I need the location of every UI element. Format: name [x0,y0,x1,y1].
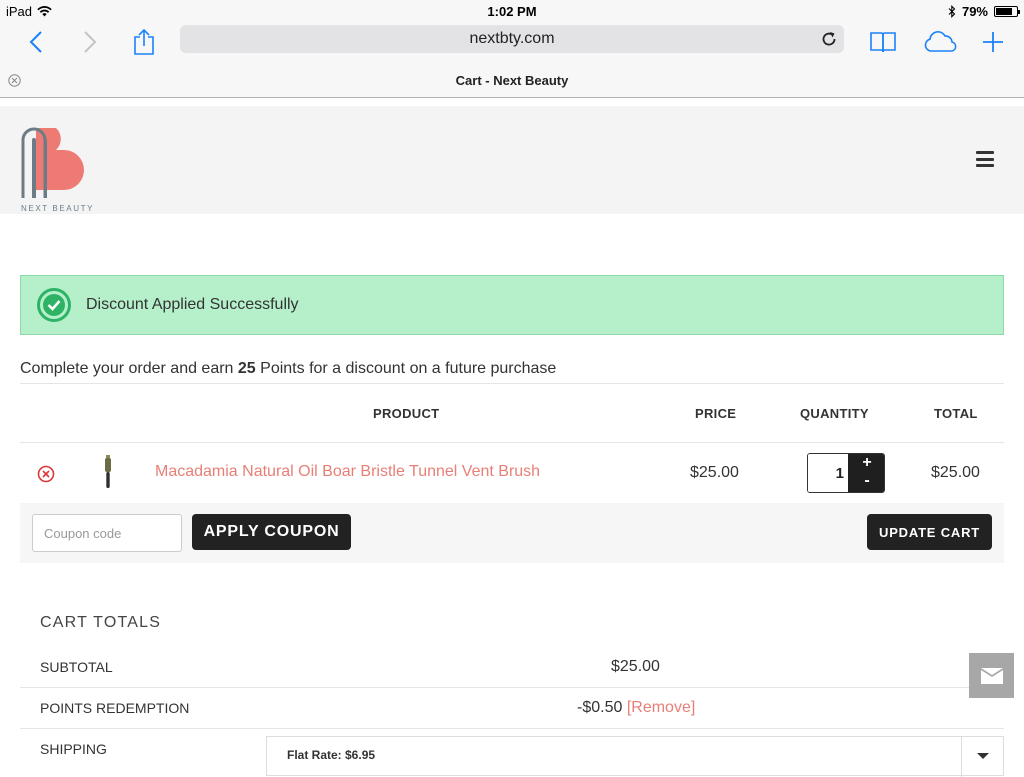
plus-icon [983,32,1003,52]
quantity-decrease-button[interactable]: - [848,472,884,490]
contact-button[interactable] [969,653,1014,698]
envelope-icon [980,667,1003,684]
shipping-method-select[interactable]: Flat Rate: $6.95 [266,736,1004,777]
column-header-product: PRODUCT [373,406,440,421]
column-header-price: PRICE [695,406,737,421]
battery-icon [994,6,1020,17]
menu-button[interactable] [976,151,994,167]
chevron-down-icon [977,753,989,759]
divider [20,687,1004,688]
share-button[interactable] [126,26,162,58]
tab-title[interactable]: Cart - Next Beauty [0,73,1024,88]
share-icon [134,28,154,55]
subtotal-value: $25.00 [611,658,660,675]
update-cart-button[interactable]: UPDATE CART [867,514,992,550]
cart-actions: APPLY COUPON UPDATE CART [20,503,1004,563]
item-price: $25.00 [690,464,739,481]
points-redemption-label: POINTS REDEMPTION [40,700,190,716]
bookmarks-button[interactable] [865,26,901,58]
reload-icon[interactable] [820,30,838,48]
product-thumbnail[interactable] [101,455,115,489]
quantity-buttons: + - [848,454,884,492]
clock: 1:02 PM [487,4,537,19]
coupon-code-input[interactable] [32,514,182,552]
cloud-icon [924,31,957,52]
remove-item-icon[interactable] [37,465,55,483]
chevron-left-icon [29,31,42,53]
browser-toolbar: nextbty.com [0,22,1024,68]
divider [20,383,1004,384]
new-tab-button[interactable] [975,26,1011,58]
divider [20,728,1004,729]
quantity-stepper: + - [807,453,885,493]
tab-bar: Cart - Next Beauty [0,68,1024,98]
logo-text: NEXT BEAUTY [21,204,94,213]
site-header: NEXT BEAUTY [0,106,1024,214]
divider [20,442,1004,443]
forward-button[interactable] [72,26,108,58]
battery-percent: 79% [961,4,988,19]
quantity-increase-button[interactable]: + [848,454,884,472]
next-beauty-logo[interactable]: NEXT BEAUTY [20,126,106,214]
cart-totals-heading: CART TOTALS [40,614,162,631]
points-message: Complete your order and earn 25 Points f… [20,360,557,377]
url-text: nextbty.com [469,30,555,47]
subtotal-label: SUBTOTAL [40,659,113,675]
hamburger-icon [976,151,994,154]
item-total: $25.00 [931,464,980,481]
chevron-right-icon [84,31,97,53]
back-button[interactable] [18,26,54,58]
shipping-label: SHIPPING [40,741,107,757]
book-icon [870,32,896,53]
points-redemption-row: -$0.50 [Remove] [577,699,695,717]
icloud-tabs-button[interactable] [921,26,961,58]
column-header-total: TOTAL [934,406,978,421]
points-amount: 25 [237,360,256,377]
status-bar: iPad 1:02 PM 79% [0,0,1024,22]
quantity-input[interactable] [808,454,848,492]
product-name-link[interactable]: Macadamia Natural Oil Boar Bristle Tunne… [155,463,540,481]
success-notice: Discount Applied Successfully [20,275,1004,335]
points-redemption-value: -$0.50 [577,699,623,716]
address-bar[interactable]: nextbty.com [180,25,844,53]
notice-message: Discount Applied Successfully [86,296,299,313]
column-header-quantity: QUANTITY [800,406,869,421]
check-circle-icon [37,288,71,322]
shipping-selected-value: Flat Rate: $6.95 [287,748,376,762]
apply-coupon-button[interactable]: APPLY COUPON [192,514,351,550]
bluetooth-icon [948,5,956,18]
remove-points-link[interactable]: [Remove] [627,699,695,716]
dropdown-toggle[interactable] [961,737,1003,777]
